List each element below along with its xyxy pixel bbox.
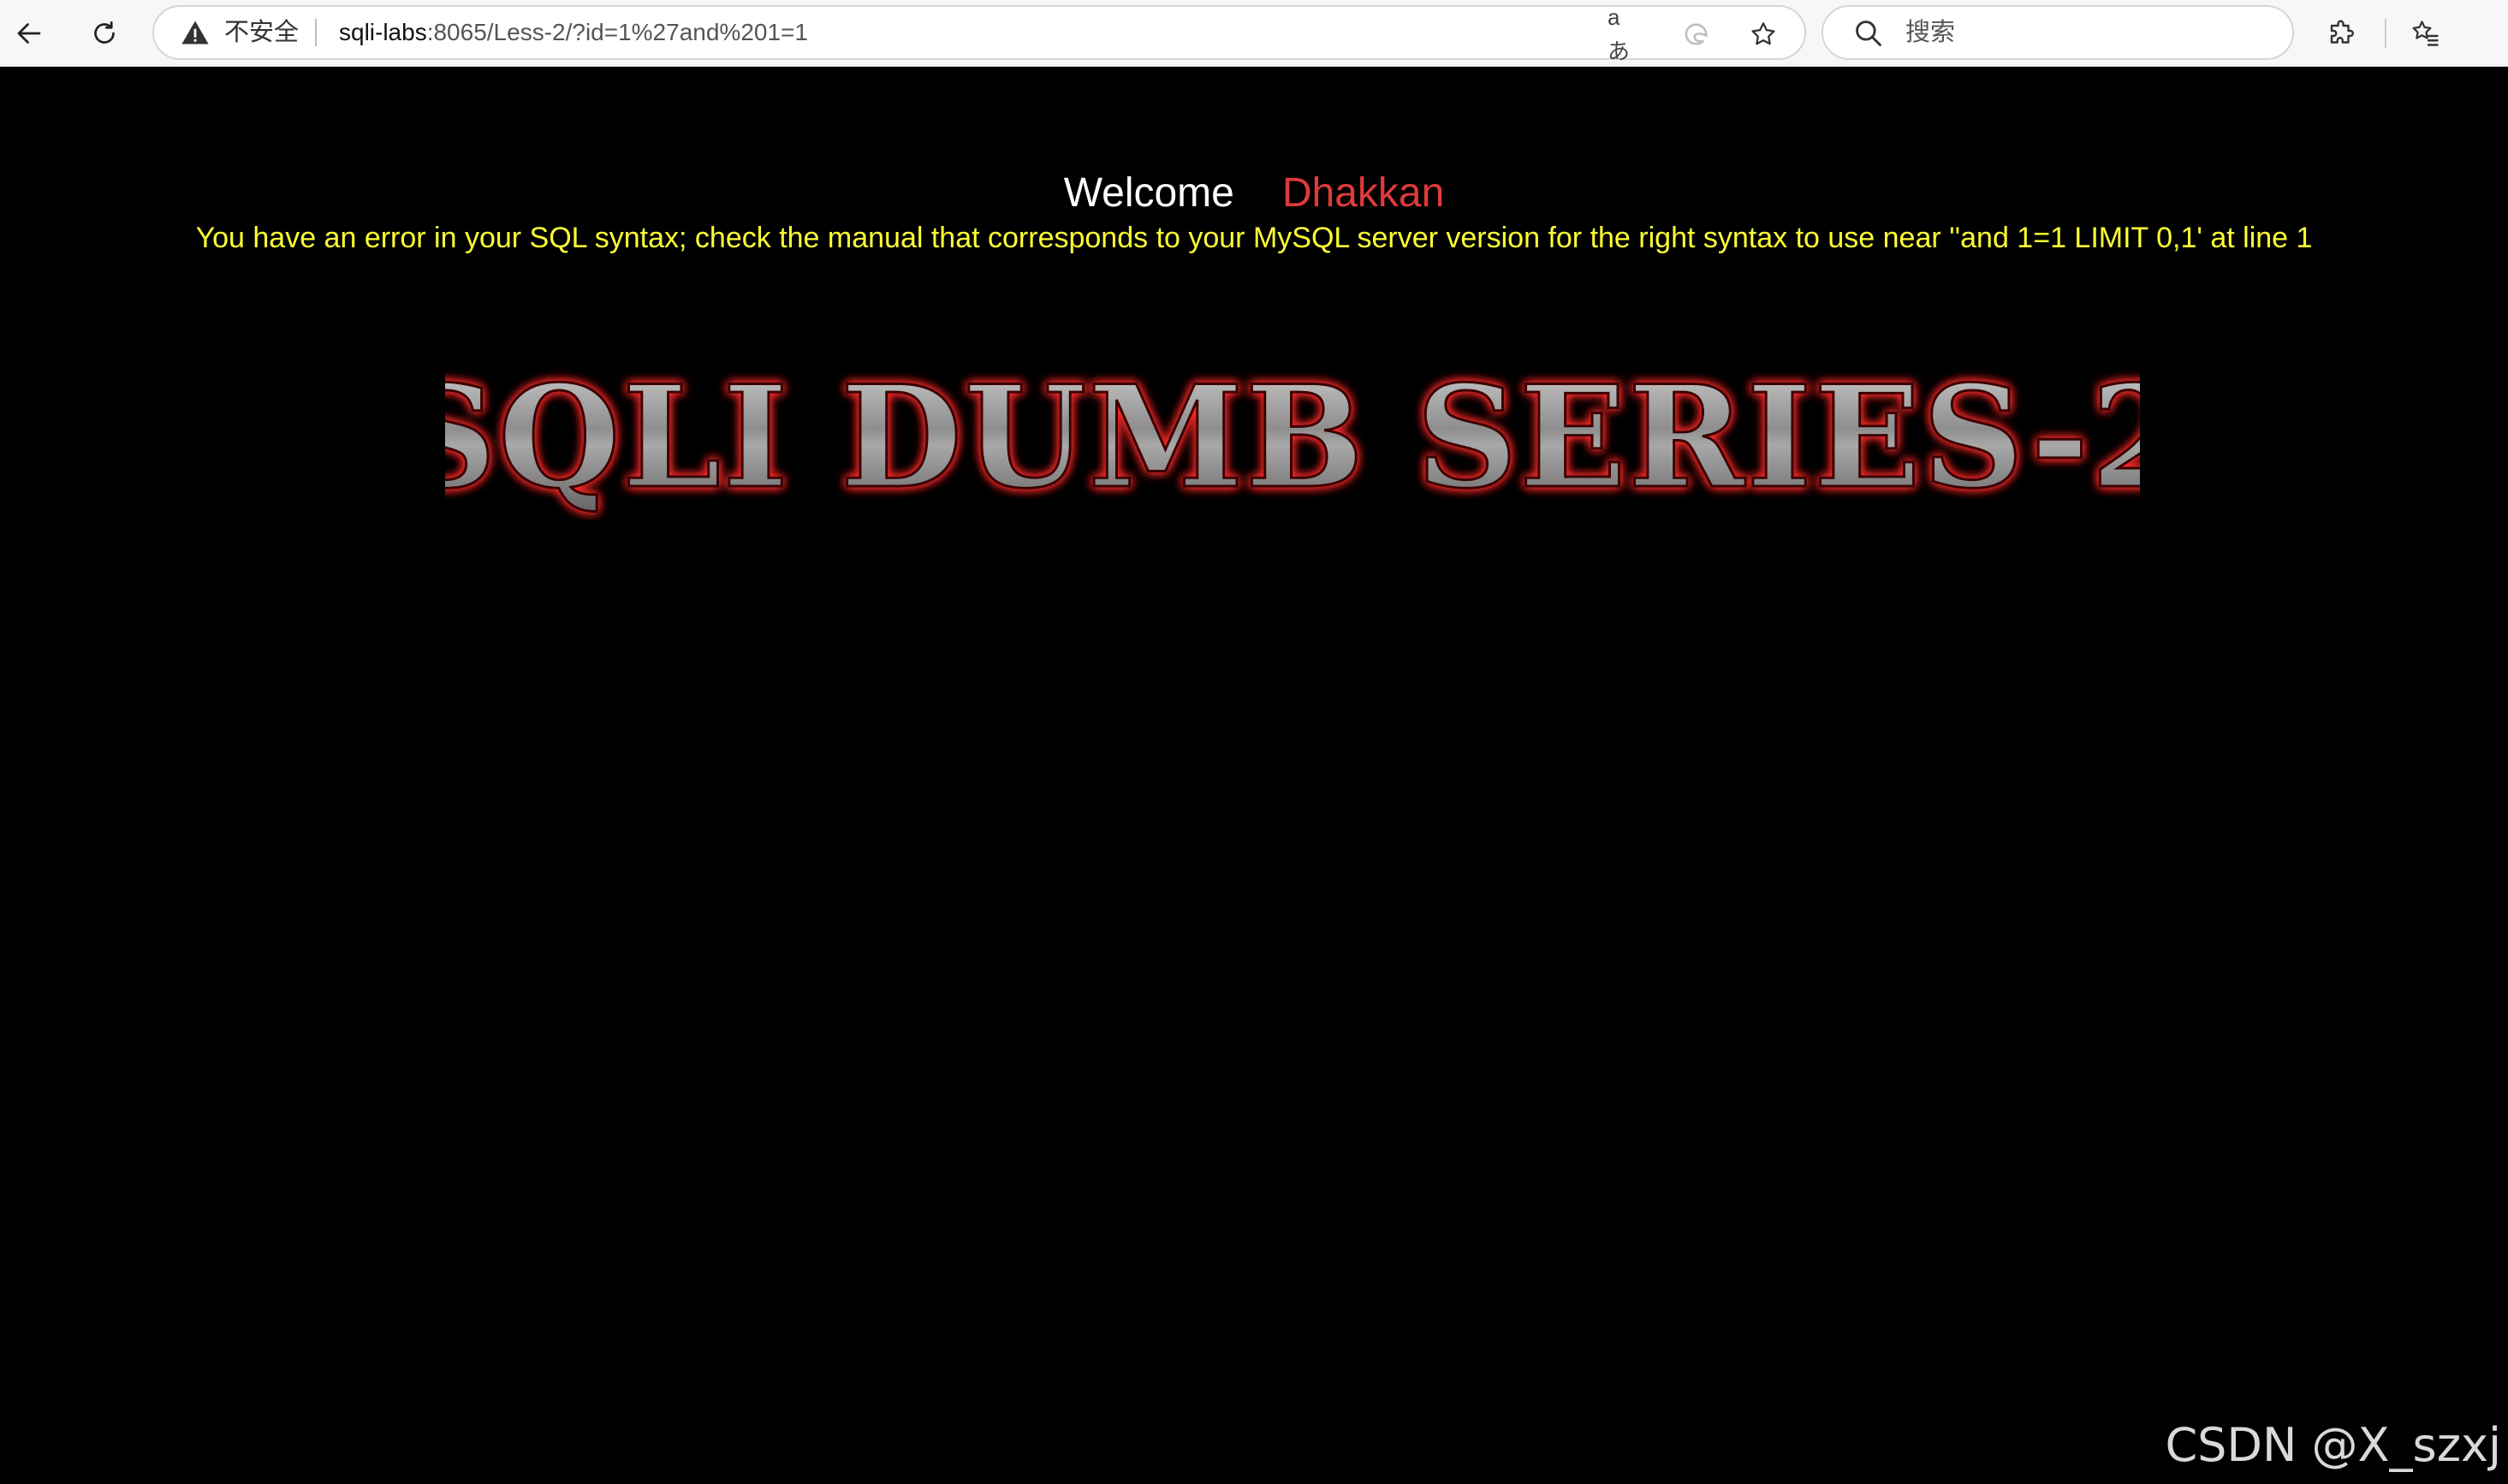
sqli-dumb-series-banner: SQLI DUMB SERIES-2 bbox=[445, 358, 2140, 520]
address-divider bbox=[315, 19, 317, 46]
security-label[interactable]: 不安全 bbox=[224, 17, 299, 48]
search-box[interactable] bbox=[1822, 5, 2294, 60]
address-bar[interactable]: 不安全 sqli-labs:8065/Less-2/?id=1%27and%20… bbox=[152, 4, 1806, 64]
url-text[interactable]: sqli-labs:8065/Less-2/?id=1%27and%201=1 bbox=[339, 17, 808, 48]
edge-icon bbox=[1685, 23, 1708, 45]
extensions-icon bbox=[2330, 20, 2354, 44]
extensions-button[interactable] bbox=[2320, 11, 2364, 56]
favorite-button[interactable] bbox=[1746, 17, 1780, 51]
favorites-list-button[interactable] bbox=[2404, 11, 2448, 56]
page-content: Welcome Dhakkan You have an error in your… bbox=[0, 67, 2508, 1484]
welcome-word: Welcome bbox=[1063, 170, 1234, 216]
sql-error-message: You have an error in your SQL syntax; ch… bbox=[195, 222, 2313, 254]
browser-toolbar: 不安全 sqli-labs:8065/Less-2/?id=1%27and%20… bbox=[0, 0, 2508, 67]
url-path: :8065/Less-2/?id=1%27and%201=1 bbox=[426, 19, 808, 45]
refresh-button[interactable] bbox=[82, 11, 127, 56]
edge-button[interactable] bbox=[1679, 17, 1714, 51]
banner-text: SQLI DUMB SERIES-2 bbox=[445, 358, 2140, 519]
read-aloud-button[interactable]: aあ bbox=[1608, 4, 1642, 64]
toolbar-divider bbox=[2385, 19, 2386, 48]
warning-icon[interactable] bbox=[180, 18, 211, 47]
read-aloud-icon: aあ bbox=[1608, 4, 1631, 64]
search-icon bbox=[1856, 21, 1881, 46]
csdn-watermark: CSDN @X_szxj bbox=[2165, 1418, 2501, 1472]
back-button[interactable] bbox=[7, 11, 51, 56]
url-host: sqli-labs bbox=[339, 19, 427, 45]
welcome-name: Dhakkan bbox=[1281, 170, 1445, 216]
refresh-icon bbox=[94, 21, 115, 44]
back-arrow-icon bbox=[17, 23, 41, 44]
favorites-list-icon bbox=[2412, 21, 2439, 46]
search-input[interactable] bbox=[1905, 15, 2265, 50]
welcome-heading: Welcome Dhakkan bbox=[0, 168, 2508, 219]
star-icon bbox=[1751, 22, 1775, 45]
